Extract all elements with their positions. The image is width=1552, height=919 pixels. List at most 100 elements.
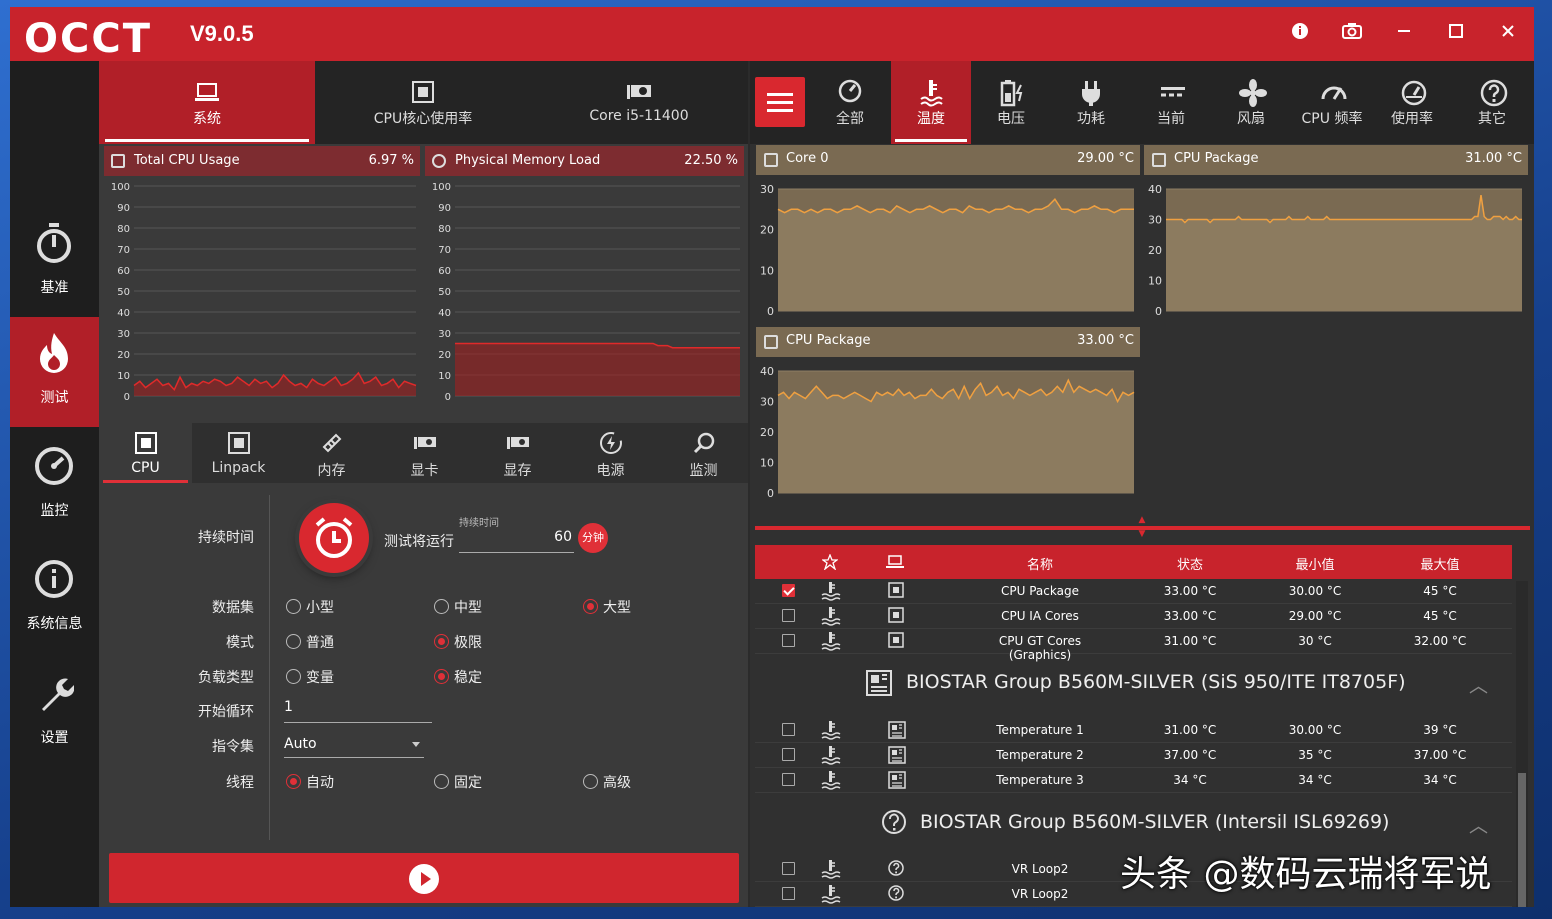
threads-advanced-radio[interactable]: 高级: [583, 772, 631, 792]
column-header-status[interactable]: 状态: [1135, 554, 1245, 573]
group-header-ite[interactable]: BIOSTAR Group B560M-SILVER (SiS 950/ITE …: [755, 661, 1512, 705]
graph-title: Physical Memory Load: [455, 153, 601, 168]
row-checkbox[interactable]: [782, 723, 795, 736]
tab-system[interactable]: 系统: [99, 61, 315, 144]
column-header-max[interactable]: 最大值: [1385, 554, 1495, 573]
tab-sensor-temperature[interactable]: 温度: [891, 61, 971, 144]
cell-max: 45 °C: [1423, 584, 1457, 598]
load-type-label: 负载类型: [198, 670, 254, 686]
threads-auto-radio[interactable]: 自动: [286, 772, 334, 792]
minimize-button[interactable]: [1391, 21, 1417, 47]
table-row[interactable]: Temperature 3 34 °C 34 °C 34 °C: [755, 768, 1512, 793]
question-icon: [882, 810, 906, 834]
column-header-min[interactable]: 最小值: [1260, 554, 1370, 573]
row-checkbox[interactable]: [782, 862, 795, 875]
cell-min: 30 °C: [1298, 634, 1332, 648]
tab-core-i5[interactable]: Core i5-11400: [531, 61, 747, 144]
load-steady-radio[interactable]: 稳定: [434, 667, 482, 687]
title-bar[interactable]: OCCT V9.0.5: [10, 7, 1534, 62]
tab-sensor-voltage[interactable]: 电压: [971, 61, 1051, 144]
sidebar-item-benchmark[interactable]: 基准: [10, 207, 99, 317]
menu-bar: [767, 93, 793, 96]
tab-sensor-fan[interactable]: 风扇: [1211, 61, 1291, 144]
tab-vram[interactable]: 显存: [471, 423, 564, 483]
sidebar-item-monitor[interactable]: 监控: [10, 430, 99, 540]
tab-sensor-cpu-frequency[interactable]: CPU 频率: [1292, 61, 1372, 144]
motherboard-icon: [888, 721, 906, 739]
splitter-handle-icon[interactable]: ▲ ▼: [1138, 516, 1146, 539]
threads-fixed-radio[interactable]: 固定: [434, 772, 482, 792]
chevron-up-icon[interactable]: ︿: [1469, 811, 1488, 838]
row-checkbox[interactable]: [782, 634, 795, 647]
menu-bar: [767, 109, 793, 112]
sidebar-item-settings[interactable]: 设置: [10, 657, 99, 767]
load-variable-radio[interactable]: 变量: [286, 667, 334, 687]
hamburger-menu-button[interactable]: [755, 77, 805, 127]
y-tick-label: 20: [760, 224, 774, 237]
tab-monitoring[interactable]: 监测: [657, 423, 750, 483]
tab-sensor-current[interactable]: 当前: [1131, 61, 1211, 144]
mode-extreme-radio[interactable]: 极限: [434, 632, 482, 652]
info-button[interactable]: [1287, 21, 1313, 47]
cpu-chip-icon: [888, 607, 904, 623]
graph-header: Physical Memory Load 22.50 %: [425, 146, 744, 176]
tab-sensor-power[interactable]: 功耗: [1051, 61, 1131, 144]
scrollbar-thumb[interactable]: [1518, 773, 1526, 907]
row-checkbox[interactable]: [782, 773, 795, 786]
sidebar-item-test[interactable]: 测试: [10, 317, 99, 427]
graph-title: Total CPU Usage: [134, 153, 240, 168]
dataset-large-radio[interactable]: 大型: [583, 597, 631, 617]
plug-icon: [1082, 81, 1100, 106]
table-row[interactable]: Temperature 1 31.00 °C 30.00 °C 39 °C: [755, 718, 1512, 743]
motherboard-icon: [888, 771, 906, 789]
row-checkbox[interactable]: [782, 584, 795, 597]
y-tick-label: 30: [117, 329, 130, 340]
star-icon[interactable]: [822, 554, 838, 570]
tab-sensor-all[interactable]: 全部: [810, 61, 890, 144]
tab-linpack[interactable]: Linpack: [192, 423, 285, 483]
group-header-intersil[interactable]: BIOSTAR Group B560M-SILVER (Intersil ISL…: [755, 801, 1512, 845]
row-checkbox[interactable]: [782, 748, 795, 761]
start-test-button[interactable]: [109, 853, 739, 903]
dataset-medium-radio[interactable]: 中型: [434, 597, 482, 617]
tab-cpu-test[interactable]: CPU: [99, 423, 192, 483]
mode-label: 模式: [226, 635, 254, 651]
sidebar-item-sysinfo[interactable]: 系统信息: [10, 543, 99, 653]
table-row[interactable]: CPU Package 33.00 °C 30.00 °C 45 °C: [755, 579, 1512, 604]
screenshot-button[interactable]: [1339, 21, 1365, 47]
chevron-up-icon[interactable]: ︿: [1469, 671, 1488, 698]
y-tick-label: 80: [117, 224, 130, 235]
mode-normal-radio[interactable]: 普通: [286, 632, 334, 652]
maximize-button[interactable]: [1443, 21, 1469, 47]
tab-power[interactable]: 电源: [564, 423, 657, 483]
close-button[interactable]: [1495, 21, 1521, 47]
instruction-set-select[interactable]: Auto: [284, 736, 424, 758]
tab-sensor-usage[interactable]: 使用率: [1372, 61, 1452, 144]
y-tick-label: 30: [760, 396, 774, 409]
cpu-test-settings: 持续时间 测试将运行 持续时间 60 分钟 数据集 小型 中型 大型 模式 普通…: [99, 485, 748, 845]
duration-timer-button[interactable]: [299, 503, 369, 573]
sensor-table-scrollbar[interactable]: [1516, 581, 1528, 907]
dataset-small-radio[interactable]: 小型: [286, 597, 334, 617]
column-header-name[interactable]: 名称: [970, 554, 1110, 573]
vram-icon: [506, 437, 529, 449]
y-tick-label: 20: [1148, 244, 1162, 257]
tab-cpu-core-usage[interactable]: CPU核心使用率: [315, 61, 531, 144]
tab-memory[interactable]: 内存: [285, 423, 378, 483]
tab-gpu[interactable]: 显卡: [378, 423, 471, 483]
table-row[interactable]: Temperature 2 37.00 °C 35 °C 37.00 °C: [755, 743, 1512, 768]
y-tick-label: 20: [760, 426, 774, 439]
duration-input[interactable]: 60: [459, 529, 574, 553]
y-tick-label: 50: [117, 287, 130, 298]
cell-max: 39 °C: [1423, 723, 1457, 737]
table-row[interactable]: CPU GT Cores (Graphics) 31.00 °C 30 °C 32.0…: [755, 629, 1512, 662]
row-checkbox[interactable]: [782, 609, 795, 622]
y-tick-label: 10: [1148, 275, 1162, 288]
table-row[interactable]: CPU IA Cores 33.00 °C 29.00 °C 45 °C: [755, 604, 1512, 629]
duration-unit-button[interactable]: 分钟: [578, 523, 608, 553]
row-checkbox[interactable]: [782, 887, 795, 900]
start-loop-input[interactable]: 1: [284, 699, 432, 723]
laptop-icon[interactable]: [886, 555, 904, 569]
graph-value: 33.00 °C: [1077, 333, 1134, 348]
tab-sensor-other[interactable]: 其它: [1452, 61, 1532, 144]
